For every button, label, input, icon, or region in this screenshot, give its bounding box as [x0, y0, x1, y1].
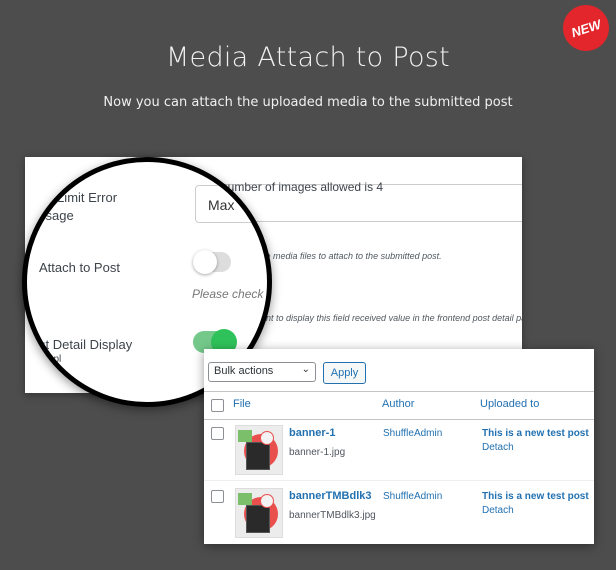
media-filename: bannerTMBdlk3.jpg — [289, 510, 376, 521]
upload-limit-label-mid: ad Limit Error — [39, 190, 118, 205]
uploaded-to-link[interactable]: This is a new test post — [482, 491, 589, 502]
upload-limit-label-bottom: ssage — [39, 208, 74, 223]
row-checkbox[interactable] — [211, 490, 224, 503]
author-link[interactable]: ShuffleAdmin — [383, 428, 442, 439]
post-detail-display-sub: Displ — [39, 354, 62, 365]
bulk-actions-select[interactable]: Bulk actions ⌄ — [208, 362, 316, 382]
media-library-panel: Bulk actions ⌄ Apply File Author Uploade… — [204, 349, 594, 544]
column-file[interactable]: File — [233, 398, 251, 410]
detach-link[interactable]: Detach — [482, 505, 514, 516]
uploaded-to-link[interactable]: This is a new test post — [482, 428, 589, 439]
attach-to-post-label: Attach to Post — [39, 260, 120, 275]
page-title: Media Attach to Post — [165, 42, 451, 73]
upload-limit-label-top: Upload l — [39, 175, 76, 186]
column-uploaded-to[interactable]: Uploaded to — [480, 398, 539, 410]
please-check-text: Please check — [192, 287, 264, 301]
media-thumbnail[interactable] — [235, 488, 283, 538]
column-author[interactable]: Author — [382, 398, 414, 410]
media-thumbnail[interactable] — [235, 425, 283, 475]
chevron-down-icon: ⌄ — [301, 364, 310, 375]
bulk-actions-value: Bulk actions — [214, 365, 274, 377]
detach-link[interactable]: Detach — [482, 442, 514, 453]
media-title-link[interactable]: banner-1 — [289, 427, 335, 439]
page-subtitle: Now you can attach the uploaded media to… — [103, 95, 513, 110]
attach-description: the media files to attach to the submitt… — [258, 251, 442, 261]
media-filename: banner-1.jpg — [289, 447, 346, 458]
divider — [204, 391, 594, 392]
select-all-checkbox[interactable] — [211, 399, 224, 412]
divider — [204, 480, 594, 481]
apply-button[interactable]: Apply — [323, 362, 366, 384]
divider — [204, 419, 594, 420]
attach-to-post-toggle[interactable] — [193, 250, 231, 274]
toggle-knob — [193, 250, 217, 274]
media-title-link[interactable]: bannerTMBdlk3 — [289, 490, 372, 502]
post-detail-display-label: st Detail Display — [39, 337, 133, 352]
limit-message-input-value: Max — [208, 197, 235, 213]
author-link[interactable]: ShuffleAdmin — [383, 491, 442, 502]
detail-description: nt to display this field received value … — [266, 313, 522, 323]
row-checkbox[interactable] — [211, 427, 224, 440]
